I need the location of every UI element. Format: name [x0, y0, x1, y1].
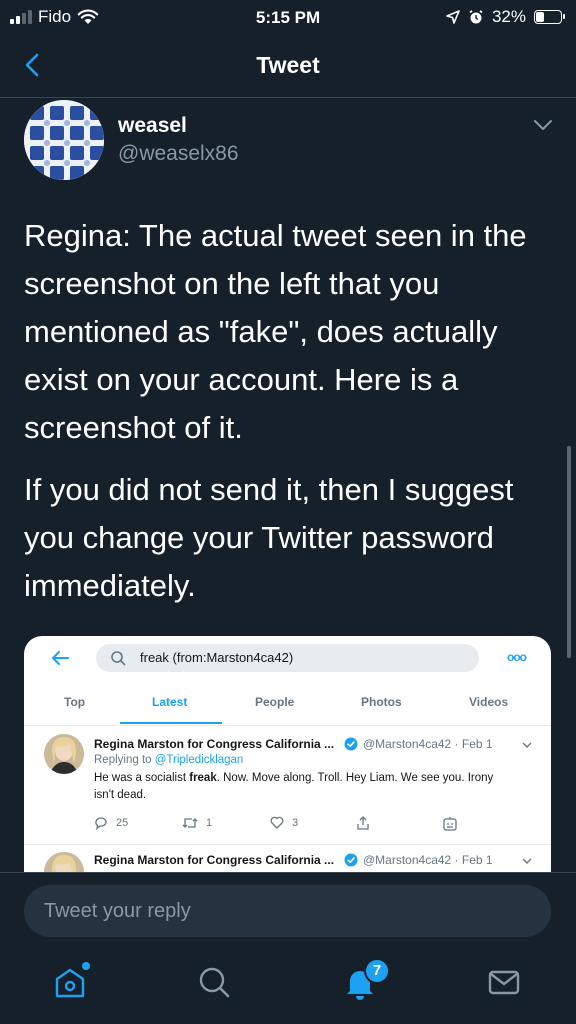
embedded-tab-photos: Photos	[361, 695, 402, 709]
status-bar: Fido 5:15 PM 32%	[0, 0, 576, 36]
battery-icon	[534, 10, 565, 24]
heart-icon	[270, 816, 284, 829]
embedded-tabs: Top Latest People Photos Videos	[24, 688, 551, 726]
nav-header: Tweet	[0, 36, 576, 98]
embedded-tab-videos: Videos	[469, 695, 509, 709]
reply-bar: Tweet your reply	[0, 872, 576, 944]
embedded-analytics-action	[442, 816, 458, 832]
location-arrow-icon	[446, 10, 460, 24]
chevron-down-icon	[522, 858, 532, 864]
author-avatar[interactable]	[24, 100, 104, 180]
bot-analytics-icon	[443, 817, 457, 831]
status-right: 32%	[446, 7, 565, 27]
embedded-like-action: 3	[270, 816, 298, 829]
embedded-handle-date: @Marston4ca42 · Feb 1	[363, 853, 493, 867]
embedded-text-bold: freak	[189, 772, 217, 784]
embedded-author-name: Regina Marston for Congress California .…	[94, 853, 335, 867]
battery-fill	[536, 12, 544, 22]
embedded-tweet-text: He was a socialist freak. Now. Move alon…	[94, 770, 504, 804]
tweet-media-image[interactable]: freak (from:Marston4ca42) ooo Top Latest…	[24, 636, 551, 872]
reply-count: 25	[116, 817, 129, 829]
embedded-text-part: He was a socialist	[94, 772, 190, 784]
bottom-tab-bar: 7	[0, 944, 576, 1024]
alarm-icon	[469, 10, 483, 24]
active-tab-indicator	[120, 722, 222, 724]
retweet-icon	[182, 818, 198, 828]
page-title: Tweet	[256, 52, 320, 78]
share-icon	[357, 816, 369, 830]
reply-input[interactable]: Tweet your reply	[24, 885, 551, 937]
search-icon	[111, 651, 126, 666]
embedded-avatar	[44, 852, 84, 872]
home-icon[interactable]	[52, 964, 88, 1000]
embedded-handle-date: @Marston4ca42 · Feb 1	[363, 737, 493, 751]
chevron-down-icon	[522, 742, 532, 748]
avatar-pattern-image	[24, 100, 104, 180]
notifications-badge: 7	[364, 958, 390, 984]
reply-placeholder: Tweet your reply	[44, 900, 191, 922]
embedded-avatar	[44, 734, 84, 774]
more-icon: ooo	[507, 650, 527, 664]
embedded-divider	[24, 844, 551, 845]
embedded-search-bar: freak (from:Marston4ca42)	[96, 644, 479, 672]
battery-percent: 32%	[491, 7, 526, 26]
retweet-count: 1	[206, 817, 213, 829]
embedded-reply-action: 25	[94, 816, 128, 830]
home-unread-dot	[82, 962, 90, 970]
embedded-share-action	[356, 816, 370, 830]
embedded-tab-top: Top	[64, 695, 86, 709]
embedded-retweet-action: 1	[182, 816, 212, 830]
verified-badge-icon	[344, 853, 358, 867]
chevron-down-icon[interactable]	[532, 116, 554, 134]
messages-icon[interactable]	[486, 964, 522, 1000]
search-icon[interactable]	[196, 964, 232, 1000]
scrollbar[interactable]	[567, 446, 571, 658]
embedded-tab-people: People	[255, 695, 295, 709]
arrow-left-icon	[52, 651, 69, 665]
embedded-author-name: Regina Marston for Congress California .…	[94, 737, 335, 751]
author-handle[interactable]: @weaselx86	[118, 142, 239, 166]
replying-to-handle: @Tripledicklagan	[154, 754, 244, 766]
embedded-tab-latest: Latest	[152, 695, 188, 709]
reply-icon	[95, 817, 107, 830]
like-count: 3	[292, 816, 299, 829]
embedded-replying-to: Replying to @Tripledicklagan	[94, 754, 243, 766]
replying-prefix: Replying to	[94, 754, 155, 766]
verified-badge-icon	[344, 737, 358, 751]
tweet-text-paragraph: Regina: The actual tweet seen in the scr…	[24, 218, 527, 445]
embedded-search-text: freak (from:Marston4ca42)	[140, 650, 294, 665]
author-name[interactable]: weasel	[118, 114, 187, 138]
tweet-text-paragraph: If you did not send it, then I suggest y…	[24, 472, 514, 603]
